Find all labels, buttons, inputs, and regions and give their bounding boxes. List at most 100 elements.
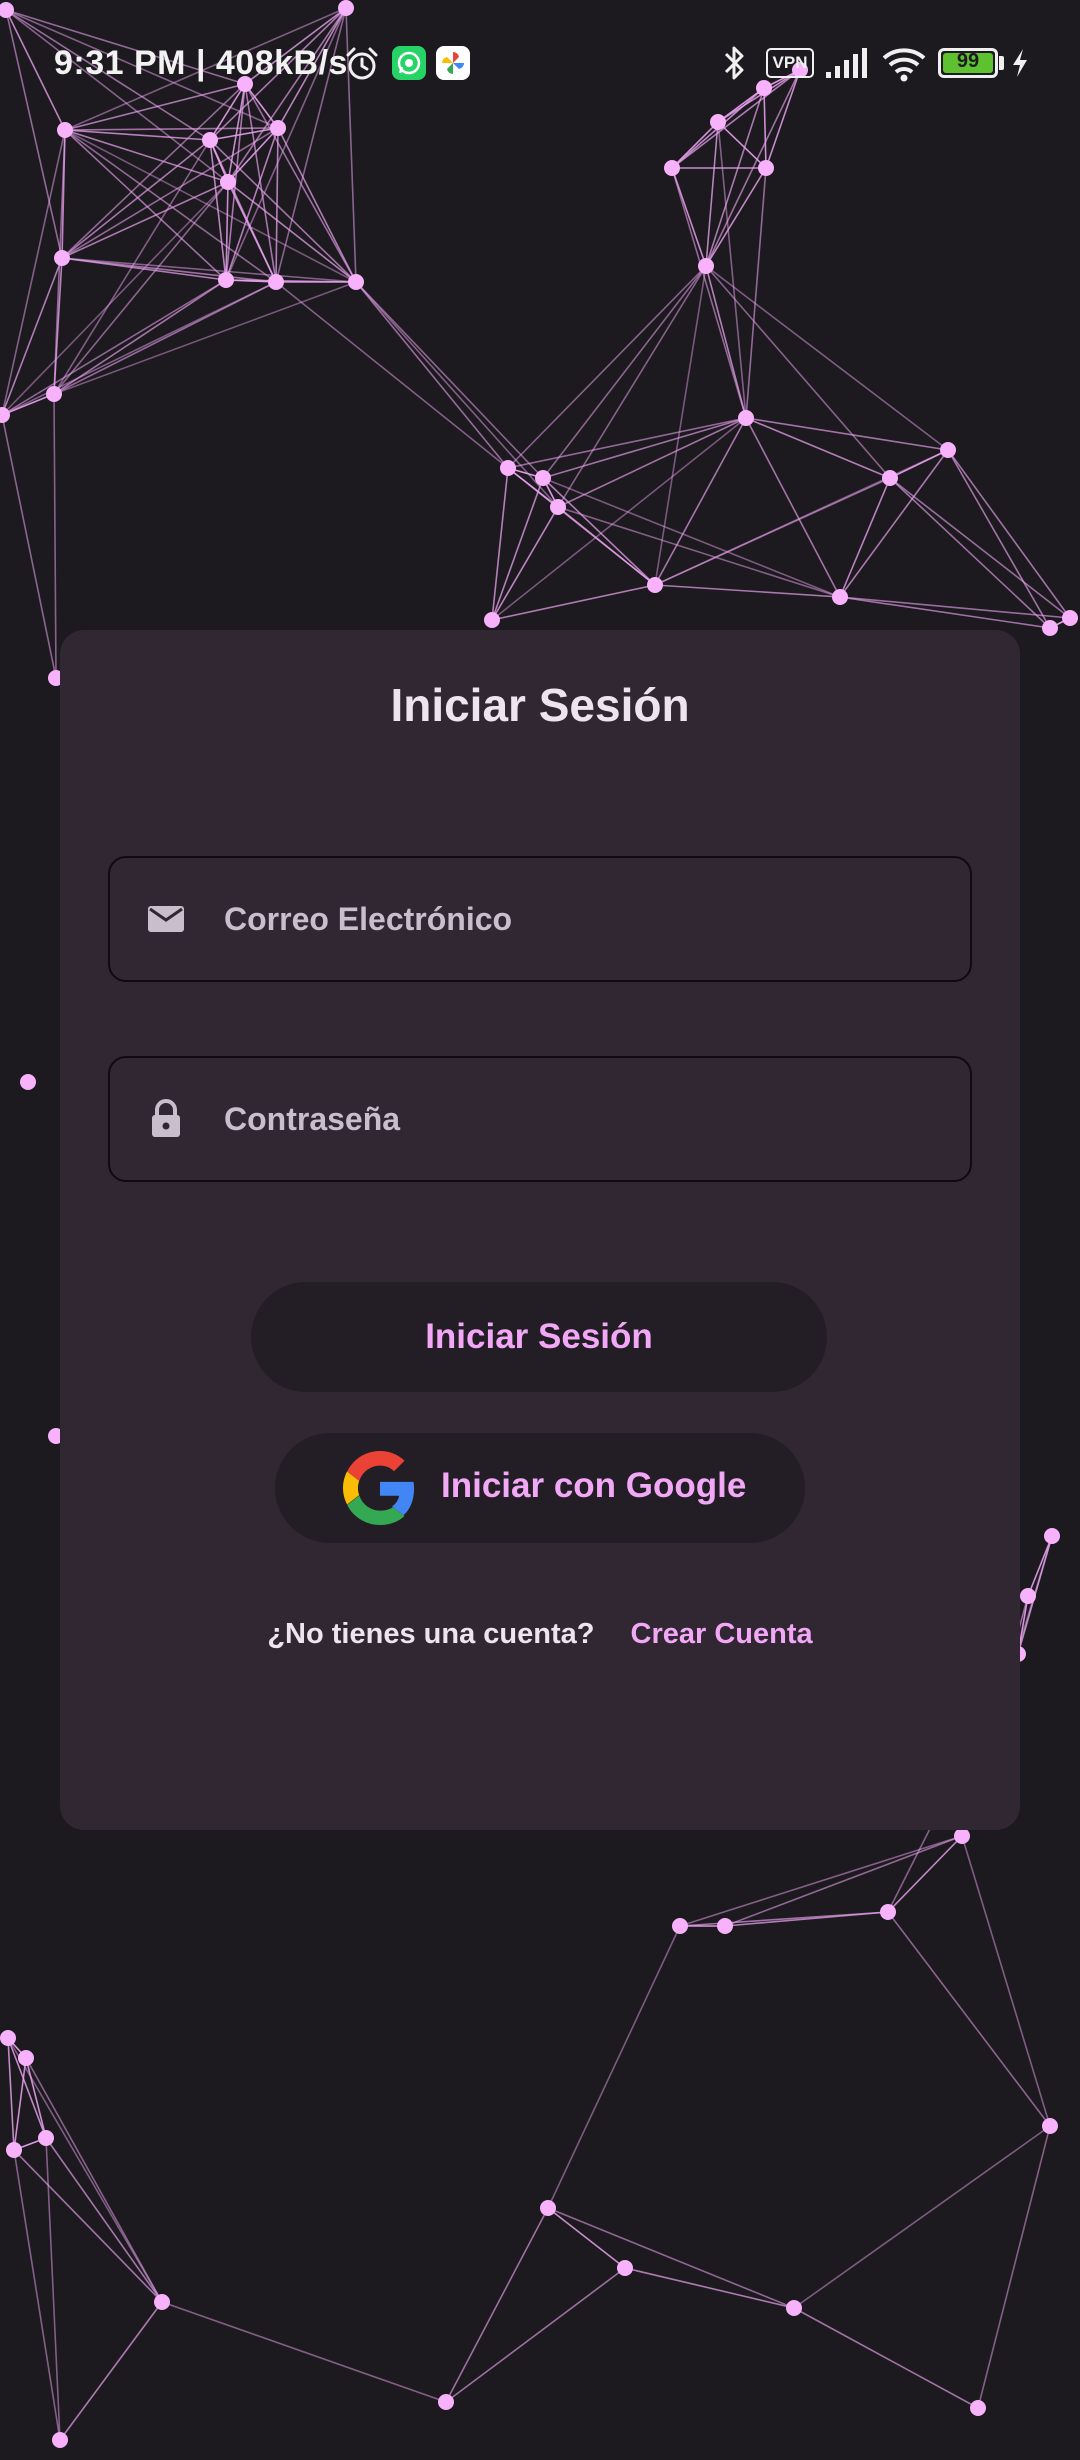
network-line: [745, 167, 767, 419]
network-node: [20, 1074, 36, 1090]
network-line: [557, 265, 707, 508]
network-line: [1, 393, 55, 416]
network-node: [540, 2200, 556, 2216]
network-line: [445, 2267, 626, 2403]
network-line: [542, 417, 747, 479]
network-node: [672, 1918, 688, 1934]
network-line: [1, 281, 277, 416]
network-line: [654, 449, 949, 586]
alarm-icon: [346, 47, 378, 80]
charging-icon: [1013, 49, 1027, 77]
network-line: [491, 584, 656, 621]
network-node: [6, 2142, 22, 2158]
google-button-label: Iniciar con Google: [441, 1466, 747, 1505]
network-node: [218, 272, 234, 288]
email-input[interactable]: [224, 858, 944, 980]
network-line: [977, 2125, 1051, 2409]
network-line: [557, 506, 656, 586]
battery-icon: 99: [938, 48, 998, 78]
create-account-link[interactable]: Crear Cuenta: [631, 1618, 813, 1650]
network-line: [1, 414, 57, 679]
network-line: [654, 584, 841, 598]
network-node: [38, 2130, 54, 2146]
network-line: [64, 129, 211, 141]
network-node: [717, 1918, 733, 1934]
network-node: [348, 274, 364, 290]
network-node: [940, 442, 956, 458]
network-node: [738, 410, 754, 426]
photos-icon: [436, 46, 470, 80]
network-line: [542, 265, 707, 479]
network-node: [698, 258, 714, 274]
network-line: [745, 417, 949, 451]
network-line: [887, 1911, 1051, 2127]
mail-icon: [148, 906, 184, 932]
network-node: [617, 2260, 633, 2276]
network-node: [535, 470, 551, 486]
network-node: [154, 2294, 170, 2310]
network-line: [491, 417, 747, 621]
network-line: [1027, 1535, 1053, 1597]
network-node: [52, 2432, 68, 2448]
bluetooth-icon: [724, 46, 744, 80]
network-line: [705, 167, 767, 267]
network-line: [889, 449, 949, 479]
network-line: [724, 1835, 963, 1927]
network-line: [53, 257, 63, 395]
password-input[interactable]: [224, 1058, 944, 1180]
network-line: [839, 596, 1071, 619]
login-button[interactable]: Iniciar Sesión: [251, 1282, 827, 1392]
network-node: [970, 2400, 986, 2416]
password-field[interactable]: [108, 1056, 972, 1182]
network-line: [507, 417, 747, 469]
network-node: [882, 470, 898, 486]
network-line: [547, 2207, 795, 2309]
network-line: [724, 1911, 889, 1927]
network-line: [355, 281, 509, 469]
vpn-icon: VPN: [766, 48, 814, 78]
network-node: [484, 612, 500, 628]
network-line: [717, 121, 747, 419]
network-line: [59, 2301, 163, 2441]
signup-question: ¿No tienes una cuenta?: [267, 1618, 595, 1650]
network-node: [664, 160, 680, 176]
network-node: [438, 2394, 454, 2410]
network-line: [53, 393, 57, 679]
battery-level: 99: [956, 50, 980, 72]
network-line: [542, 477, 656, 586]
network-node: [832, 589, 848, 605]
network-node: [758, 160, 774, 176]
network-node: [46, 386, 62, 402]
signup-row: ¿No tienes una cuenta? Crear Cuenta: [60, 1618, 1020, 1651]
network-line: [64, 129, 277, 283]
network-node: [1062, 610, 1078, 626]
network-line: [445, 2207, 549, 2403]
network-line: [355, 281, 544, 479]
network-node: [880, 1904, 896, 1920]
network-node: [1020, 1588, 1036, 1604]
network-node: [500, 460, 516, 476]
page-title: Iniciar Sesión: [390, 679, 690, 731]
email-field[interactable]: [108, 856, 972, 982]
network-node: [220, 174, 236, 190]
google-login-button[interactable]: Iniciar con Google: [275, 1433, 805, 1543]
network-line: [947, 449, 1071, 619]
network-node: [0, 2030, 16, 2046]
network-line: [161, 2301, 447, 2403]
network-line: [275, 281, 509, 469]
network-line: [61, 139, 211, 259]
network-line: [45, 2137, 163, 2303]
network-line: [889, 477, 1051, 629]
network-line: [745, 417, 891, 479]
network-line: [889, 477, 1071, 619]
network-node: [1042, 620, 1058, 636]
network-line: [61, 127, 279, 259]
network-line: [679, 1835, 963, 1927]
network-node: [550, 499, 566, 515]
wifi-icon: [882, 48, 926, 82]
status-bar: 9:31 PM | 408kB/s VPN 99: [0, 0, 1080, 130]
network-line: [507, 265, 707, 469]
google-icon: [343, 1451, 415, 1525]
network-line: [25, 2057, 163, 2303]
network-line: [277, 127, 357, 283]
